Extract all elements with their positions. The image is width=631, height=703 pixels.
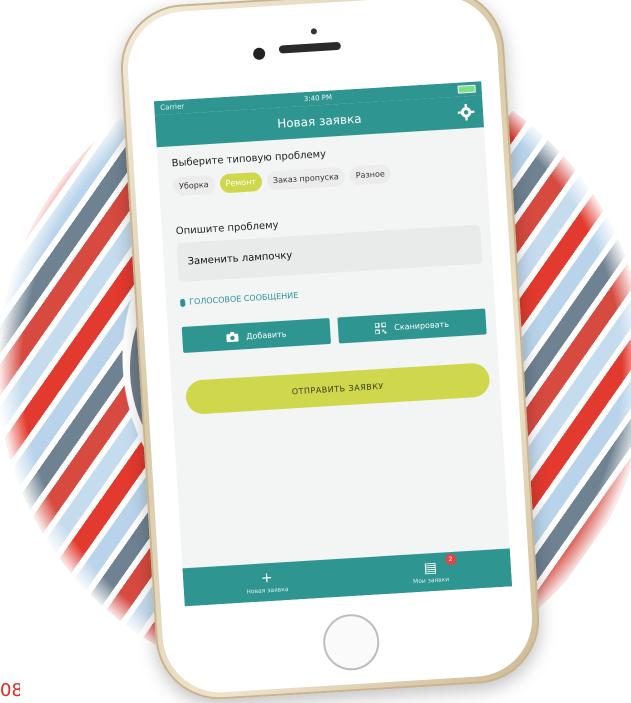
action-buttons: Добавить Сканировать [181,308,487,353]
add-button-label: Добавить [245,329,287,341]
chip-repair[interactable]: Ремонт [218,171,263,194]
plus-icon: + [260,569,274,587]
app-screen: Carrier 3:40 PM Новая заявка Выберите ти… [153,81,513,607]
add-photo-button[interactable]: Добавить [181,317,331,353]
tab-my-requests[interactable]: ▤ 2 Мои заявки [412,553,457,585]
phone-frame: Carrier 3:40 PM Новая заявка Выберите ти… [117,0,543,703]
voice-message-link[interactable]: ГОЛОСОВОЕ СООБЩЕНИЕ [179,280,484,308]
microphone-icon [179,298,186,307]
tab-new-request-label: Новая заявка [246,585,289,596]
qr-code-icon [374,322,387,334]
page-title: Новая заявка [276,111,362,131]
notification-badge: 2 [444,553,457,565]
earpiece-speaker [278,41,342,54]
front-camera [252,47,266,61]
form: Выберите типовую проблему Уборка Ремонт … [157,127,501,416]
camera-icon [226,331,239,343]
phone-face: Carrier 3:40 PM Новая заявка Выберите ти… [124,0,536,696]
scan-button-label: Сканировать [393,319,450,332]
proximity-sensor [310,28,318,35]
tab-my-requests-label: Мои заявки [412,575,450,585]
chip-pass-order[interactable]: Заказ пропуска [266,166,346,191]
voice-message-label: ГОЛОСОВОЕ СООБЩЕНИЕ [188,290,299,307]
home-button[interactable] [321,612,381,672]
scan-button[interactable]: Сканировать [337,308,487,344]
submit-request-button[interactable]: ОТПРАВИТЬ ЗАЯВКУ [184,362,491,415]
chip-misc[interactable]: Разное [349,163,392,186]
gear-icon[interactable] [457,103,476,122]
chip-cleaning[interactable]: Уборка [172,174,216,197]
tab-new-request[interactable]: + Новая заявка [245,569,289,596]
page-mark: 08 [0,681,20,700]
tab-bar: + Новая заявка ▤ 2 Мои заявки [182,548,513,607]
list-icon: ▤ [423,559,438,577]
